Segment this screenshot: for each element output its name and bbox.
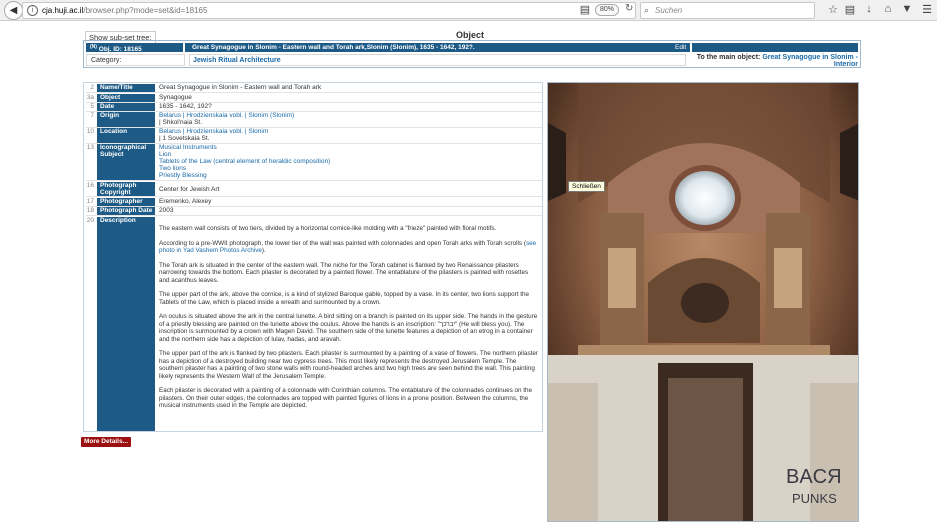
row-num: 16 [86, 182, 94, 189]
description-paragraph: An oculus is situated above the ark in t… [159, 313, 538, 343]
photographer-link[interactable]: Eremenko, Alexey [157, 198, 542, 205]
origin-link[interactable]: Belarus | Hrodzienskaia vobl. | Slonim (… [159, 112, 294, 119]
row-value: 2003 [159, 207, 174, 214]
browser-toolbar: ◀ i cja.huji.ac.il/browser.php?mode=set&… [0, 0, 937, 21]
reload-icon[interactable]: ↻ [625, 3, 633, 14]
subject-link[interactable]: Lion [159, 151, 171, 158]
category-link[interactable]: Jewish Ritual Architecture [189, 54, 686, 66]
row-label: Name/Title [97, 84, 155, 92]
row-num: 10 [86, 128, 94, 135]
reader-view-icon[interactable]: ▤ [578, 3, 592, 16]
row-label: Origin [97, 112, 155, 127]
menu-icon[interactable]: ☰ [920, 3, 934, 16]
details-table: 2 Name/Title Great Synagogue in Slonim -… [83, 82, 543, 432]
row-photographer: 17 Photographer Eremenko, Alexey [86, 198, 542, 207]
more-details-button[interactable]: More Details... [81, 437, 131, 447]
row-value: 1635 - 1642, 192? [159, 103, 212, 110]
back-button[interactable]: ◀ [4, 0, 23, 20]
obj-name: Great Synagogue in Slonim - Eastern wall… [192, 44, 475, 51]
description-paragraph-text: According to a pre-WWII photograph, the … [159, 239, 523, 247]
edit-link[interactable]: Edit [675, 43, 686, 52]
row-label: Location [97, 128, 155, 143]
row-value: Belarus | Hrodzienskaia vobl. | Slonim | … [157, 128, 542, 142]
row-label: Date [97, 103, 155, 111]
object-link[interactable]: Synagogue [157, 94, 542, 101]
download-icon[interactable]: ↓ [862, 3, 876, 15]
address-bar[interactable]: i cja.huji.ac.il/browser.php?mode=set&id… [22, 2, 636, 19]
row-num: 13 [86, 144, 94, 151]
object-header: (N) Obj. ID: 18165 Great Synagogue in Sl… [83, 40, 861, 68]
location-street: | 1 Sovetskaia St. [159, 135, 210, 142]
bookmarks-list-icon[interactable]: ▤ [843, 3, 857, 16]
row-photograph-copyright: 16 Photograph Copyright Center for Jewis… [86, 182, 542, 197]
page-title: Object [455, 30, 484, 40]
row-iconographical-subject: 13 Iconographical Subject Musical Instru… [86, 144, 542, 181]
row-num: 5 [90, 103, 94, 110]
obj-id-value: Obj. ID: 18165 [98, 46, 142, 54]
row-date: 5 Date 1635 - 1642, 192? [86, 103, 542, 112]
object-photo[interactable]: BACЯ PUNKS [547, 82, 859, 522]
row-num: 20 [86, 217, 94, 224]
row-num: 7 [90, 112, 94, 119]
bookmark-star-icon[interactable]: ☆ [826, 3, 840, 16]
row-value: Center for Jewish Art [159, 186, 220, 193]
row-label: Description [97, 217, 155, 431]
synagogue-wall-image: BACЯ PUNKS [548, 83, 858, 521]
row-label: Photograph Date [97, 207, 155, 215]
row-origin: 7 Origin Belarus | Hrodzienskaia vobl. |… [86, 112, 542, 128]
description-paragraph: The upper part of the ark is flanked by … [159, 350, 538, 380]
row-value: Musical Instruments Lion Tablets of the … [157, 144, 542, 179]
graffiti-text: PUNKS [792, 491, 837, 506]
description-text: The eastern wall consists of two tiers, … [157, 225, 542, 417]
search-icon: ⌕ [644, 5, 650, 15]
url-host: cja.huji.ac.il [42, 6, 84, 15]
obj-id-prefix: (N) [90, 44, 97, 50]
subject-link[interactable]: Musical Instruments [159, 144, 217, 151]
subject-link[interactable]: Tablets of the Law (central element of h… [159, 158, 330, 165]
row-num: 17 [86, 198, 94, 205]
search-input[interactable]: ⌕ Suchen [640, 2, 815, 19]
description-paragraph: The eastern wall consists of two tiers, … [159, 225, 497, 232]
home-icon[interactable]: ⌂ [881, 3, 895, 15]
row-photograph-date: 18 Photograph Date 2003 [86, 207, 542, 216]
subject-link[interactable]: Two lions [159, 165, 186, 172]
main-object: To the main object: Great Synagogue in S… [690, 54, 858, 68]
main-object-link[interactable]: Great Synagogue in Slonim - Interior [762, 54, 858, 68]
row-location: 10 Location Belarus | Hrodzienskaia vobl… [86, 128, 542, 144]
description-paragraph: The Torah ark is situated in the center … [159, 261, 529, 284]
row-num: 3a [86, 94, 94, 101]
search-placeholder: Suchen [655, 6, 683, 15]
row-description: 20 Description The eastern wall consists… [86, 217, 542, 431]
row-label: Photographer [97, 198, 155, 206]
row-num: 2 [90, 84, 94, 91]
location-link[interactable]: Belarus | Hrodzienskaia vobl. | Slonim [159, 128, 268, 135]
object-header-bar: (N) Obj. ID: 18165 Great Synagogue in Sl… [86, 43, 858, 54]
graffiti-text: BACЯ [786, 466, 842, 488]
url-path: /browser.php?mode=set&id=18165 [83, 6, 208, 15]
info-icon[interactable]: i [27, 5, 38, 16]
zoom-indicator[interactable]: 80% [595, 4, 619, 16]
row-label: Iconographical Subject [97, 144, 155, 180]
category-label: Category: [86, 54, 185, 66]
close-tooltip[interactable]: Schließen [568, 181, 605, 192]
header-right-cell [690, 43, 858, 52]
row-name-title: 2 Name/Title Great Synagogue in Slonim -… [86, 84, 542, 93]
main-object-label: To the main object: [696, 54, 761, 61]
description-paragraph: The upper part of the ark, above the cor… [159, 291, 529, 306]
row-value: Belarus | Hrodzienskaia vobl. | Slonim (… [157, 112, 542, 126]
subject-link[interactable]: Priestly Blessing [159, 172, 207, 179]
row-num: 18 [86, 207, 94, 214]
category-row: Category: Jewish Ritual Architecture To … [86, 54, 858, 68]
description-paragraph: According to a pre-WWII photograph, the … [159, 239, 537, 255]
obj-id: (N) Obj. ID: 18165 [86, 43, 185, 54]
origin-street: | Shkol'naia St. [159, 119, 203, 126]
row-value: Great Synagogue in Slonim - Eastern wall… [159, 84, 322, 91]
row-object: 3a Object Synagogue [86, 94, 542, 103]
description-paragraph: Each pilaster is decorated with a painti… [159, 387, 533, 409]
row-label: Photograph Copyright [97, 182, 155, 196]
pocket-icon[interactable]: ▼ [900, 3, 914, 15]
row-label: Object [97, 94, 155, 102]
